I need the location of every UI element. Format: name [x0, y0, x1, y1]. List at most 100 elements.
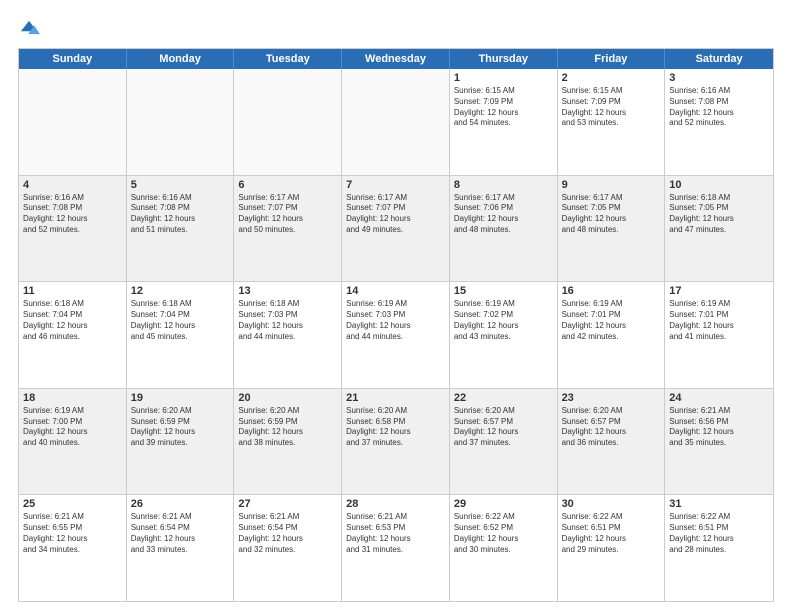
cell-line: Daylight: 12 hours — [454, 214, 553, 225]
cell-line: Sunrise: 6:17 AM — [562, 193, 661, 204]
calendar-cell: 7Sunrise: 6:17 AMSunset: 7:07 PMDaylight… — [342, 176, 450, 282]
cell-line: Daylight: 12 hours — [238, 321, 337, 332]
cell-line: and 46 minutes. — [23, 332, 122, 343]
cell-line: and 45 minutes. — [131, 332, 230, 343]
cell-line: and 31 minutes. — [346, 545, 445, 556]
cell-line: Sunset: 7:02 PM — [454, 310, 553, 321]
cell-line: Sunrise: 6:20 AM — [454, 406, 553, 417]
cell-line: Daylight: 12 hours — [23, 534, 122, 545]
day-number: 25 — [23, 498, 122, 510]
cell-line: Daylight: 12 hours — [23, 427, 122, 438]
cell-line: and 49 minutes. — [346, 225, 445, 236]
cell-line: Sunrise: 6:16 AM — [23, 193, 122, 204]
calendar-cell: 31Sunrise: 6:22 AMSunset: 6:51 PMDayligh… — [665, 495, 773, 601]
calendar-cell: 30Sunrise: 6:22 AMSunset: 6:51 PMDayligh… — [558, 495, 666, 601]
calendar-row-2: 11Sunrise: 6:18 AMSunset: 7:04 PMDayligh… — [19, 281, 773, 388]
cell-line: Daylight: 12 hours — [562, 214, 661, 225]
cell-line: Sunrise: 6:18 AM — [669, 193, 769, 204]
cell-line: Sunset: 7:07 PM — [238, 203, 337, 214]
cell-line: Sunrise: 6:16 AM — [131, 193, 230, 204]
cell-line: and 51 minutes. — [131, 225, 230, 236]
cell-line: Sunrise: 6:17 AM — [454, 193, 553, 204]
calendar-cell: 9Sunrise: 6:17 AMSunset: 7:05 PMDaylight… — [558, 176, 666, 282]
cell-line: and 54 minutes. — [454, 118, 553, 129]
cell-line: Sunset: 7:00 PM — [23, 417, 122, 428]
day-number: 1 — [454, 72, 553, 84]
calendar-cell: 23Sunrise: 6:20 AMSunset: 6:57 PMDayligh… — [558, 389, 666, 495]
day-number: 24 — [669, 392, 769, 404]
calendar-cell: 3Sunrise: 6:16 AMSunset: 7:08 PMDaylight… — [665, 69, 773, 175]
day-number: 15 — [454, 285, 553, 297]
calendar-cell: 28Sunrise: 6:21 AMSunset: 6:53 PMDayligh… — [342, 495, 450, 601]
calendar-cell: 19Sunrise: 6:20 AMSunset: 6:59 PMDayligh… — [127, 389, 235, 495]
cell-line: Daylight: 12 hours — [131, 427, 230, 438]
day-number: 14 — [346, 285, 445, 297]
cell-line: Sunrise: 6:18 AM — [238, 299, 337, 310]
cell-line: Daylight: 12 hours — [346, 534, 445, 545]
calendar-row-4: 25Sunrise: 6:21 AMSunset: 6:55 PMDayligh… — [19, 494, 773, 601]
day-number: 29 — [454, 498, 553, 510]
cell-line: Sunrise: 6:19 AM — [23, 406, 122, 417]
cell-line: and 52 minutes. — [23, 225, 122, 236]
weekday-header-tuesday: Tuesday — [234, 49, 342, 69]
cell-line: and 28 minutes. — [669, 545, 769, 556]
cell-line: Sunset: 6:57 PM — [454, 417, 553, 428]
cell-line: Daylight: 12 hours — [238, 534, 337, 545]
cell-line: Sunset: 7:03 PM — [238, 310, 337, 321]
day-number: 4 — [23, 179, 122, 191]
cell-line: and 29 minutes. — [562, 545, 661, 556]
day-number: 20 — [238, 392, 337, 404]
calendar-cell — [234, 69, 342, 175]
cell-line: Daylight: 12 hours — [562, 108, 661, 119]
calendar-row-1: 4Sunrise: 6:16 AMSunset: 7:08 PMDaylight… — [19, 175, 773, 282]
cell-line: and 33 minutes. — [131, 545, 230, 556]
day-number: 26 — [131, 498, 230, 510]
weekday-header-wednesday: Wednesday — [342, 49, 450, 69]
cell-line: Daylight: 12 hours — [346, 214, 445, 225]
calendar-cell: 26Sunrise: 6:21 AMSunset: 6:54 PMDayligh… — [127, 495, 235, 601]
cell-line: Daylight: 12 hours — [346, 427, 445, 438]
calendar-cell: 10Sunrise: 6:18 AMSunset: 7:05 PMDayligh… — [665, 176, 773, 282]
cell-line: Sunrise: 6:20 AM — [346, 406, 445, 417]
day-number: 3 — [669, 72, 769, 84]
day-number: 5 — [131, 179, 230, 191]
day-number: 9 — [562, 179, 661, 191]
cell-line: Sunrise: 6:18 AM — [23, 299, 122, 310]
day-number: 27 — [238, 498, 337, 510]
cell-line: Sunset: 7:08 PM — [669, 97, 769, 108]
cell-line: Sunset: 6:56 PM — [669, 417, 769, 428]
cell-line: and 42 minutes. — [562, 332, 661, 343]
cell-line: Daylight: 12 hours — [131, 321, 230, 332]
day-number: 8 — [454, 179, 553, 191]
cell-line: Sunset: 7:04 PM — [131, 310, 230, 321]
cell-line: Sunrise: 6:19 AM — [346, 299, 445, 310]
cell-line: Sunset: 7:08 PM — [23, 203, 122, 214]
cell-line: Daylight: 12 hours — [238, 427, 337, 438]
day-number: 10 — [669, 179, 769, 191]
cell-line: and 47 minutes. — [669, 225, 769, 236]
day-number: 13 — [238, 285, 337, 297]
day-number: 16 — [562, 285, 661, 297]
cell-line: Sunrise: 6:22 AM — [562, 512, 661, 523]
calendar-row-3: 18Sunrise: 6:19 AMSunset: 7:00 PMDayligh… — [19, 388, 773, 495]
calendar-cell: 27Sunrise: 6:21 AMSunset: 6:54 PMDayligh… — [234, 495, 342, 601]
calendar-cell: 15Sunrise: 6:19 AMSunset: 7:02 PMDayligh… — [450, 282, 558, 388]
cell-line: Sunrise: 6:19 AM — [562, 299, 661, 310]
cell-line: Sunset: 6:57 PM — [562, 417, 661, 428]
cell-line: and 37 minutes. — [346, 438, 445, 449]
cell-line: Daylight: 12 hours — [562, 534, 661, 545]
cell-line: Sunset: 6:51 PM — [562, 523, 661, 534]
day-number: 23 — [562, 392, 661, 404]
weekday-header-friday: Friday — [558, 49, 666, 69]
cell-line: Daylight: 12 hours — [131, 534, 230, 545]
cell-line: Sunset: 6:54 PM — [238, 523, 337, 534]
day-number: 12 — [131, 285, 230, 297]
weekday-header-saturday: Saturday — [665, 49, 773, 69]
cell-line: and 44 minutes. — [346, 332, 445, 343]
cell-line: and 53 minutes. — [562, 118, 661, 129]
cell-line: and 43 minutes. — [454, 332, 553, 343]
calendar-cell: 4Sunrise: 6:16 AMSunset: 7:08 PMDaylight… — [19, 176, 127, 282]
cell-line: and 41 minutes. — [669, 332, 769, 343]
cell-line: and 50 minutes. — [238, 225, 337, 236]
calendar-cell: 20Sunrise: 6:20 AMSunset: 6:59 PMDayligh… — [234, 389, 342, 495]
